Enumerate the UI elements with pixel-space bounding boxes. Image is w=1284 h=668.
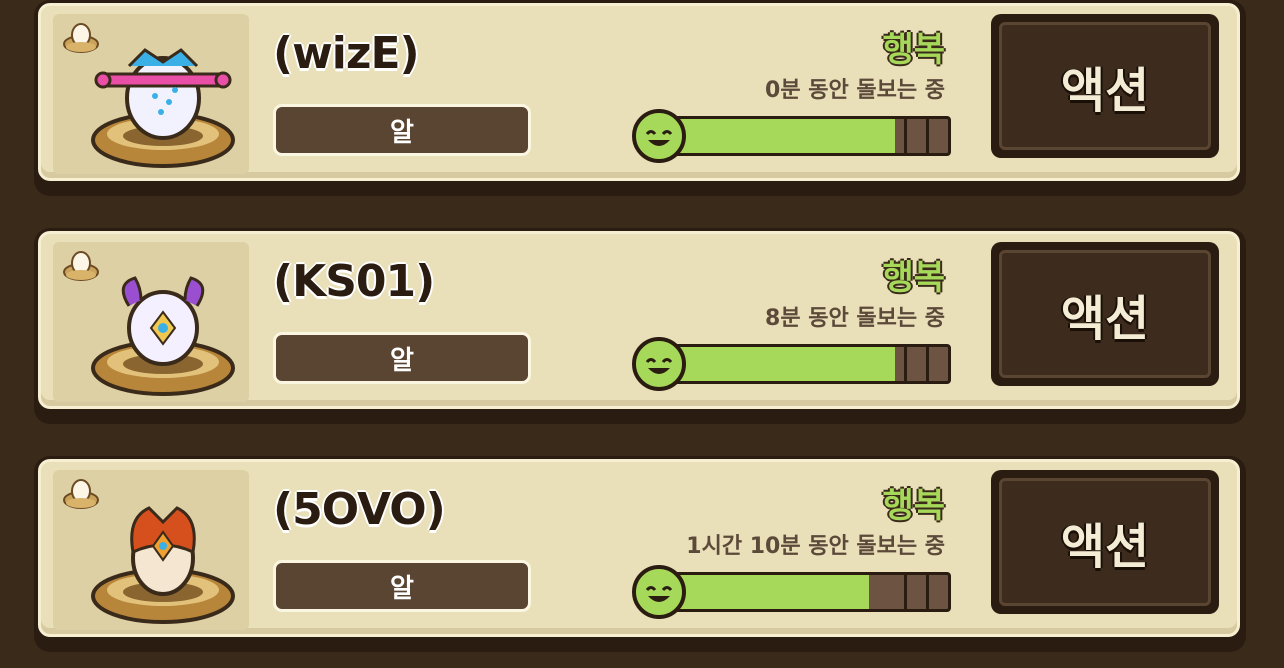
happiness-bar [631, 336, 955, 391]
bar-segment-divider [904, 119, 907, 153]
happiness-bar-track [651, 344, 951, 384]
pet-card-panel: (KS01) 알 행복 8분 동안 돌보는 중 액션 [38, 231, 1240, 409]
pet-type-badge: 알 [273, 560, 531, 612]
pet-card: (wizE) 알 행복 0분 동안 돌보는 중 액션 [34, 0, 1246, 196]
happiness-bar [631, 564, 955, 619]
pet-card: (KS01) 알 행복 8분 동안 돌보는 중 액션 [34, 228, 1246, 424]
pet-status: 행복 [882, 486, 945, 526]
action-button-label: 액션 [999, 22, 1211, 150]
action-button[interactable]: 액션 [991, 470, 1219, 614]
pet-name: (wizE) [273, 28, 420, 79]
action-button-label: 액션 [999, 478, 1211, 606]
pet-egg-image [91, 276, 235, 396]
smiley-face-icon [632, 337, 686, 391]
happiness-bar-fill [654, 347, 896, 381]
pet-card: (5OVO) 알 행복 1시간 10분 동안 돌보는 중 액션 [34, 456, 1246, 652]
pet-card-panel: (wizE) 알 행복 0분 동안 돌보는 중 액션 [38, 3, 1240, 181]
pet-card-panel: (5OVO) 알 행복 1시간 10분 동안 돌보는 중 액션 [38, 459, 1240, 637]
pet-status: 행복 [882, 30, 945, 70]
bar-segment-divider [904, 347, 907, 381]
bar-segment-divider [926, 347, 929, 381]
smiley-face-icon [632, 109, 686, 163]
care-time: 0분 동안 돌보는 중 [765, 78, 945, 103]
happiness-bar-fill [654, 119, 896, 153]
pet-egg-image [91, 506, 235, 624]
pet-name: (5OVO) [273, 484, 446, 535]
action-button[interactable]: 액션 [991, 14, 1219, 158]
bar-segment-divider [926, 119, 929, 153]
smiley-face-icon [632, 565, 686, 619]
care-time: 8분 동안 돌보는 중 [765, 306, 945, 331]
happiness-bar-track [651, 572, 951, 612]
pet-name: (KS01) [273, 256, 435, 307]
happiness-bar [631, 108, 955, 163]
care-time: 1시간 10분 동안 돌보는 중 [686, 534, 945, 559]
pet-thumbnail[interactable] [53, 14, 249, 174]
pet-type-badge: 알 [273, 332, 531, 384]
pet-thumbnail[interactable] [53, 242, 249, 402]
pet-status: 행복 [882, 258, 945, 298]
pet-egg-image [91, 48, 235, 168]
bar-segment-divider [904, 575, 907, 609]
action-button-label: 액션 [999, 250, 1211, 378]
pet-thumbnail[interactable] [53, 470, 249, 630]
happiness-bar-track [651, 116, 951, 156]
pet-type-badge: 알 [273, 104, 531, 156]
bar-segment-divider [926, 575, 929, 609]
action-button[interactable]: 액션 [991, 242, 1219, 386]
